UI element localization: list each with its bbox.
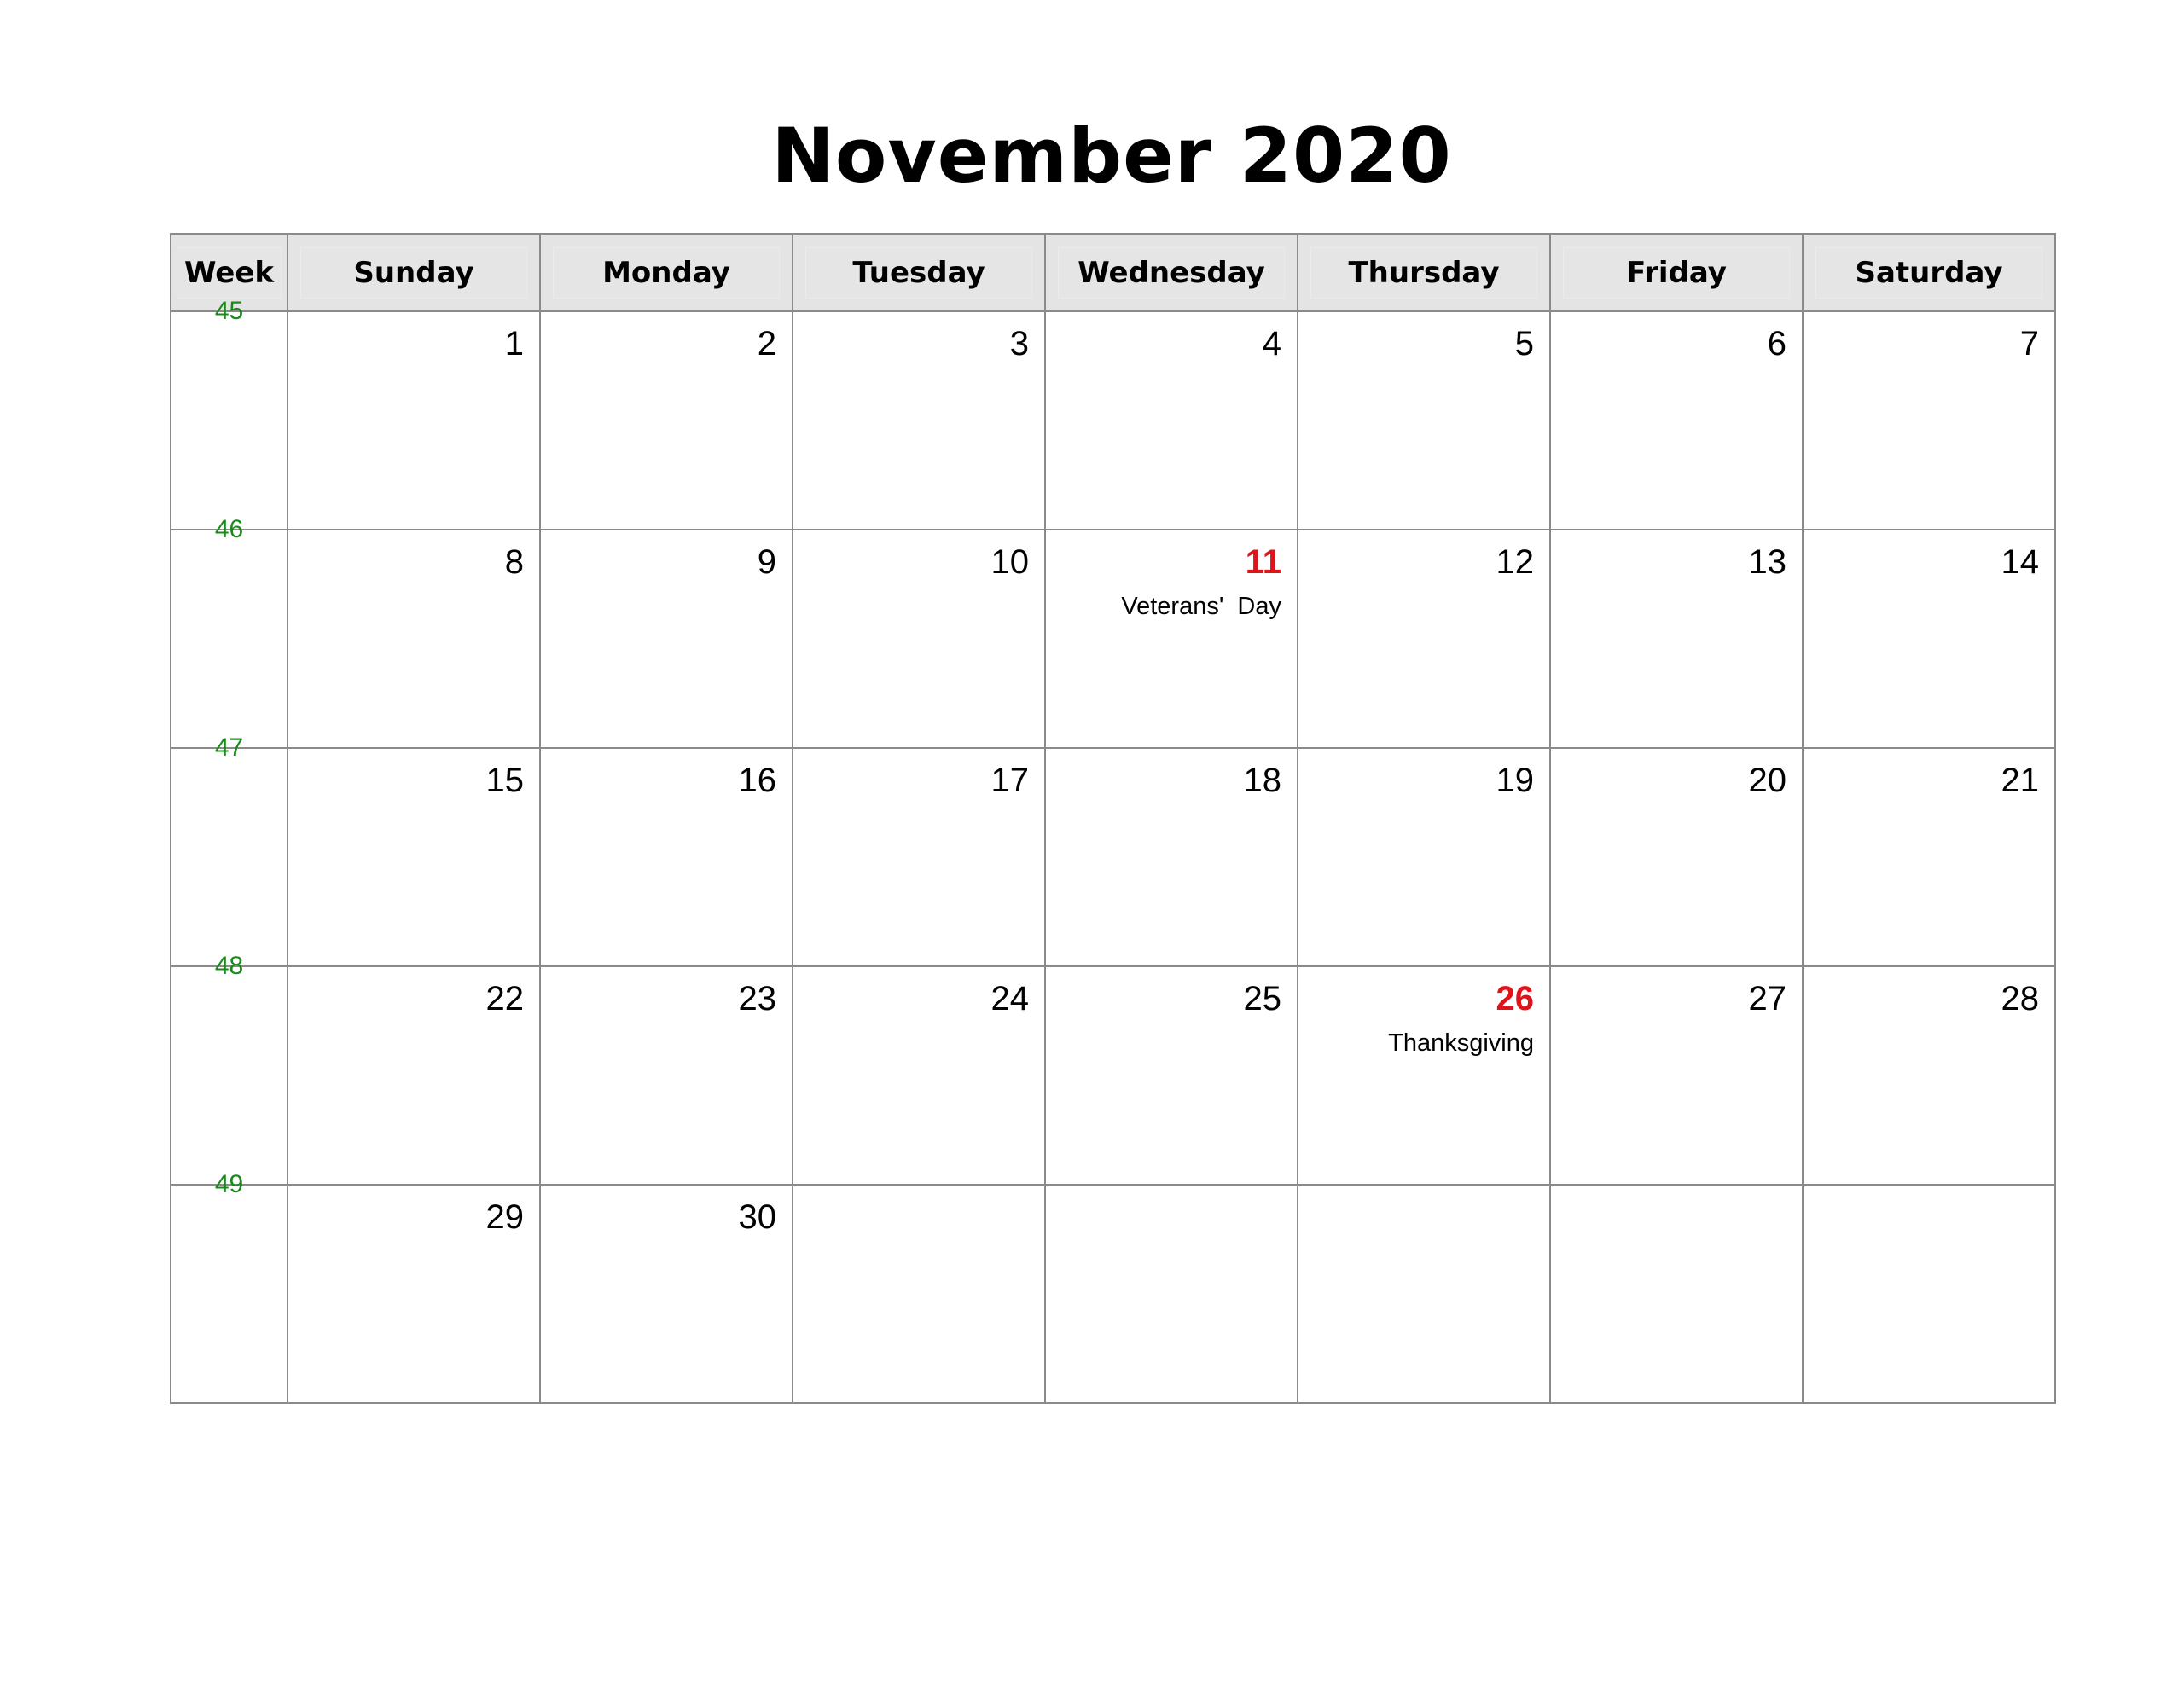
date-number: 3	[1009, 325, 1029, 362]
date-number: 1	[504, 325, 524, 362]
week-row: 45 1 2 3 4 5 6 7	[170, 297, 2056, 530]
holiday-date-number: 11	[1245, 543, 1281, 581]
day-cell-saturday[interactable]: 28	[1802, 965, 2056, 1186]
header-row: Week Sunday Monday Tuesday Wednesday Thu…	[170, 233, 2056, 312]
day-cell-monday[interactable]: 30	[539, 1184, 793, 1404]
day-header-sunday: Sunday	[287, 233, 541, 312]
date-number: 25	[1243, 980, 1282, 1017]
day-cell-sunday[interactable]: 29	[287, 1184, 541, 1404]
day-cell-monday[interactable]: 2	[539, 310, 793, 530]
calendar-title: November 2020	[771, 112, 1452, 200]
week-number-cell: 46	[170, 515, 288, 749]
day-cell-tuesday[interactable]: 24	[792, 965, 1046, 1186]
week-number: 49	[214, 1170, 244, 1198]
day-cell-thursday[interactable]: 19	[1297, 747, 1551, 967]
day-cell-wednesday[interactable]: 25	[1044, 965, 1298, 1186]
date-number: 14	[2001, 543, 2040, 581]
date-number: 28	[2001, 980, 2040, 1017]
week-row: 47 15 16 17 18 19 20 21	[170, 733, 2056, 967]
day-header-saturday: Saturday	[1802, 233, 2056, 312]
week-number: 46	[214, 515, 244, 543]
date-number: 13	[1748, 543, 1787, 581]
day-cell-friday[interactable]: 13	[1549, 529, 1804, 749]
date-number: 24	[990, 980, 1030, 1017]
week-number: 47	[214, 733, 244, 762]
day-header-thursday: Thursday	[1297, 233, 1551, 312]
date-number: 21	[2001, 762, 2040, 799]
day-cell-thursday[interactable]	[1297, 1184, 1551, 1404]
day-cell-thursday[interactable]: 5	[1297, 310, 1551, 530]
day-header-tuesday: Tuesday	[792, 233, 1046, 312]
day-cell-friday[interactable]: 6	[1549, 310, 1804, 530]
week-number-cell: 49	[170, 1170, 288, 1404]
calendar-grid: Week Sunday Monday Tuesday Wednesday Thu…	[170, 233, 2056, 1404]
week-row: 49 29 30	[170, 1170, 2056, 1404]
day-cell-thursday[interactable]: 26 Thanksgiving	[1297, 965, 1551, 1186]
date-number: 15	[485, 762, 525, 799]
date-number: 7	[2019, 325, 2039, 362]
day-cell-tuesday[interactable]: 10	[792, 529, 1046, 749]
day-cell-sunday[interactable]: 22	[287, 965, 541, 1186]
day-cell-monday[interactable]: 16	[539, 747, 793, 967]
day-cell-wednesday[interactable]: 4	[1044, 310, 1298, 530]
date-number: 10	[990, 543, 1030, 581]
day-cell-saturday[interactable]: 21	[1802, 747, 2056, 967]
date-number: 4	[1262, 325, 1281, 362]
date-number: 29	[485, 1198, 525, 1236]
date-number: 5	[1514, 325, 1534, 362]
week-row: 48 22 23 24 25 26 Thanksgiving 27 28	[170, 952, 2056, 1186]
date-number: 22	[485, 980, 525, 1017]
day-header-friday: Friday	[1549, 233, 1804, 312]
holiday-label: Veterans' Day	[1121, 593, 1281, 620]
day-cell-sunday[interactable]: 8	[287, 529, 541, 749]
day-cell-friday[interactable]: 27	[1549, 965, 1804, 1186]
day-cell-thursday[interactable]: 12	[1297, 529, 1551, 749]
week-number: 45	[214, 297, 244, 325]
date-number: 8	[504, 543, 524, 581]
holiday-label: Thanksgiving	[1388, 1029, 1534, 1057]
day-cell-wednesday[interactable]: 11 Veterans' Day	[1044, 529, 1298, 749]
week-number: 48	[214, 952, 244, 980]
day-cell-saturday[interactable]: 14	[1802, 529, 2056, 749]
week-row: 46 8 9 10 11 Veterans' Day 12 13 14	[170, 515, 2056, 749]
day-cell-friday[interactable]: 20	[1549, 747, 1804, 967]
day-cell-tuesday[interactable]	[792, 1184, 1046, 1404]
date-number: 9	[757, 543, 776, 581]
day-cell-tuesday[interactable]: 17	[792, 747, 1046, 967]
day-cell-tuesday[interactable]: 3	[792, 310, 1046, 530]
date-number: 27	[1748, 980, 1787, 1017]
day-header-monday: Monday	[539, 233, 793, 312]
day-cell-sunday[interactable]: 1	[287, 310, 541, 530]
date-number: 17	[990, 762, 1030, 799]
day-cell-wednesday[interactable]	[1044, 1184, 1298, 1404]
date-number: 20	[1748, 762, 1787, 799]
date-number: 18	[1243, 762, 1282, 799]
date-number: 6	[1767, 325, 1786, 362]
date-number: 30	[738, 1198, 777, 1236]
day-cell-wednesday[interactable]: 18	[1044, 747, 1298, 967]
day-cell-monday[interactable]: 9	[539, 529, 793, 749]
day-cell-saturday[interactable]: 7	[1802, 310, 2056, 530]
date-number: 19	[1496, 762, 1535, 799]
date-number: 2	[757, 325, 776, 362]
day-header-wednesday: Wednesday	[1044, 233, 1298, 312]
date-number: 16	[738, 762, 777, 799]
week-number-cell: 47	[170, 733, 288, 967]
date-number: 12	[1496, 543, 1535, 581]
day-cell-friday[interactable]	[1549, 1184, 1804, 1404]
day-cell-monday[interactable]: 23	[539, 965, 793, 1186]
day-cell-saturday[interactable]	[1802, 1184, 2056, 1404]
date-number: 23	[738, 980, 777, 1017]
week-number-cell: 48	[170, 952, 288, 1186]
holiday-date-number: 26	[1496, 980, 1535, 1017]
week-number-cell: 45	[170, 297, 288, 530]
day-cell-sunday[interactable]: 15	[287, 747, 541, 967]
